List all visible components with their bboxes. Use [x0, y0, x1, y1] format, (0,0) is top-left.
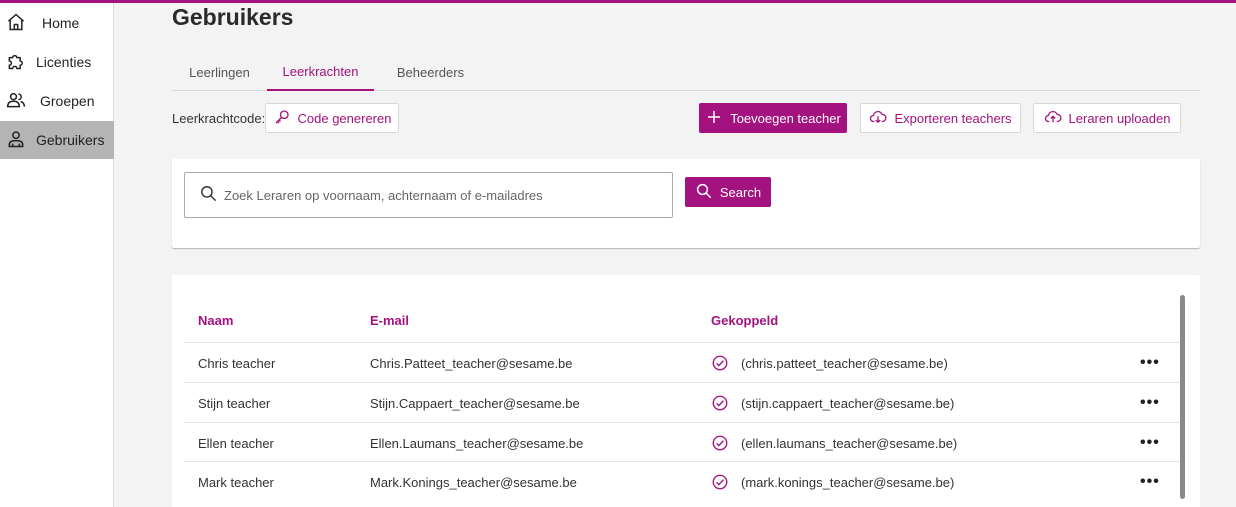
- puzzle-icon: [6, 51, 26, 74]
- add-teacher-button[interactable]: Toevoegen teacher: [699, 103, 847, 133]
- add-teacher-label: Toevoegen teacher: [730, 110, 841, 126]
- sidebar-item-label: Gebruikers: [36, 132, 105, 148]
- cell-linked: (chris.patteet_teacher@sesame.be): [711, 343, 948, 383]
- cloud-download-icon: [869, 108, 887, 129]
- teachers-table: Naam E-mail Gekoppeld Chris teacher Chri…: [172, 275, 1200, 507]
- cell-linked: (stijn.cappaert_teacher@sesame.be): [711, 383, 954, 423]
- generate-code-label: Code genereren: [297, 110, 392, 126]
- generate-code-button[interactable]: Code genereren: [265, 103, 399, 133]
- cell-email: Chris.Patteet_teacher@sesame.be: [370, 355, 573, 371]
- linked-email: (stijn.cappaert_teacher@sesame.be): [741, 395, 955, 411]
- cell-name: Chris teacher: [198, 355, 276, 371]
- more-actions-icon[interactable]: •••: [1140, 343, 1160, 383]
- sidebar-item-home[interactable]: Home: [0, 4, 114, 42]
- search-panel: Search: [172, 159, 1200, 248]
- more-actions-icon[interactable]: •••: [1140, 423, 1160, 463]
- cloud-upload-icon: [1044, 108, 1062, 129]
- table-row[interactable]: Chris teacher Chris.Patteet_teacher@sesa…: [184, 342, 1182, 382]
- upload-teachers-label: Leraren uploaden: [1068, 110, 1171, 126]
- check-circle-icon: [712, 395, 728, 411]
- home-icon: [6, 12, 26, 35]
- table-scrollbar[interactable]: [1180, 295, 1185, 499]
- sidebar-item-licenties[interactable]: Licenties: [0, 43, 114, 81]
- cell-linked: (mark.konings_teacher@sesame.be): [711, 462, 954, 502]
- column-header-name: Naam: [198, 313, 234, 328]
- cell-name: Stijn teacher: [198, 395, 271, 411]
- teacher-code-label: Leerkrachtcode:: [172, 111, 266, 126]
- linked-email: (ellen.laumans_teacher@sesame.be): [741, 435, 958, 451]
- tab-beheerders[interactable]: Beheerders: [374, 53, 487, 91]
- more-actions-icon[interactable]: •••: [1140, 462, 1160, 502]
- search-box[interactable]: [184, 172, 673, 218]
- cell-email: Mark.Konings_teacher@sesame.be: [370, 474, 577, 490]
- tab-leerkrachten[interactable]: Leerkrachten: [267, 53, 374, 91]
- cell-email: Stijn.Cappaert_teacher@sesame.be: [370, 395, 580, 411]
- search-button[interactable]: Search: [685, 177, 771, 207]
- tab-bar: Leerlingen Leerkrachten Beheerders: [172, 53, 1200, 91]
- search-button-label: Search: [719, 184, 762, 200]
- table-row[interactable]: Mark teacher Mark.Konings_teacher@sesame…: [184, 461, 1182, 501]
- export-teachers-label: Exporteren teachers: [894, 110, 1012, 126]
- table-row[interactable]: Ellen teacher Ellen.Laumans_teacher@sesa…: [184, 422, 1182, 462]
- sidebar-item-label: Licenties: [36, 54, 92, 70]
- search-input[interactable]: [224, 187, 664, 203]
- page-title: Gebruikers: [172, 4, 294, 30]
- key-icon: [273, 108, 291, 129]
- group-icon: [6, 90, 26, 113]
- search-icon: [695, 182, 713, 203]
- sidebar-item-label: Groepen: [40, 93, 95, 109]
- export-teachers-button[interactable]: Exporteren teachers: [860, 103, 1021, 133]
- linked-email: (mark.konings_teacher@sesame.be): [741, 474, 955, 490]
- tab-leerlingen[interactable]: Leerlingen: [172, 53, 267, 91]
- cell-linked: (ellen.laumans_teacher@sesame.be): [711, 423, 957, 463]
- linked-email: (chris.patteet_teacher@sesame.be): [741, 355, 948, 371]
- sidebar-item-gebruikers[interactable]: Gebruikers: [0, 121, 114, 159]
- plus-icon: [705, 108, 723, 129]
- table-row[interactable]: Stijn teacher Stijn.Cappaert_teacher@ses…: [184, 382, 1182, 422]
- sidebar-item-label: Home: [42, 15, 80, 31]
- cell-name: Mark teacher: [198, 474, 274, 490]
- sidebar-item-groepen[interactable]: Groepen: [0, 82, 114, 120]
- main-content: Gebruikers Leerlingen Leerkrachten Behee…: [115, 3, 1236, 507]
- more-actions-icon[interactable]: •••: [1140, 383, 1160, 423]
- check-circle-icon: [712, 435, 728, 451]
- sidebar: Home Licenties Groepen Gebruikers: [0, 3, 114, 507]
- column-header-email: E-mail: [370, 313, 410, 328]
- cell-email: Ellen.Laumans_teacher@sesame.be: [370, 435, 584, 451]
- check-circle-icon: [712, 474, 728, 490]
- user-icon: [6, 129, 26, 152]
- column-header-linked: Gekoppeld: [711, 313, 779, 328]
- check-circle-icon: [712, 355, 728, 371]
- search-icon: [199, 184, 218, 206]
- upload-teachers-button[interactable]: Leraren uploaden: [1033, 103, 1181, 133]
- cell-name: Ellen teacher: [198, 435, 274, 451]
